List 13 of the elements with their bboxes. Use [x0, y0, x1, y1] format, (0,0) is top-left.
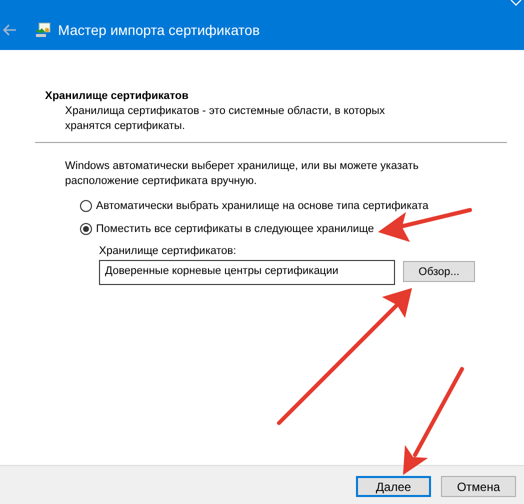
window-title: Мастер импорта сертификатов: [58, 22, 260, 38]
section-title: Хранилище сертификатов: [45, 90, 190, 102]
next-button[interactable]: Далее: [356, 476, 431, 497]
radio-option[interactable]: Поместить все сертификаты в следующее хранилище: [80, 222, 524, 236]
radio-option[interactable]: Автоматически выбрать хранилище на основе типа сертификата: [80, 199, 524, 213]
cancel-button[interactable]: Отмена: [441, 476, 516, 497]
browse-button[interactable]: Обзор...: [403, 261, 475, 282]
certificate-icon: [35, 22, 51, 38]
store-field[interactable]: Доверенные корневые центры сертификации: [99, 260, 395, 285]
field-label: Хранилище сертификатов:: [99, 245, 238, 257]
close-icon[interactable]: [510, 0, 522, 6]
section-description: Хранилища сертификатов - это системные области, в которых хранятся сертификаты.: [65, 104, 386, 134]
intro-text: Windows автоматически выберет хранилище, или вы можете указать расположение сертификата вручную.: [65, 159, 420, 189]
